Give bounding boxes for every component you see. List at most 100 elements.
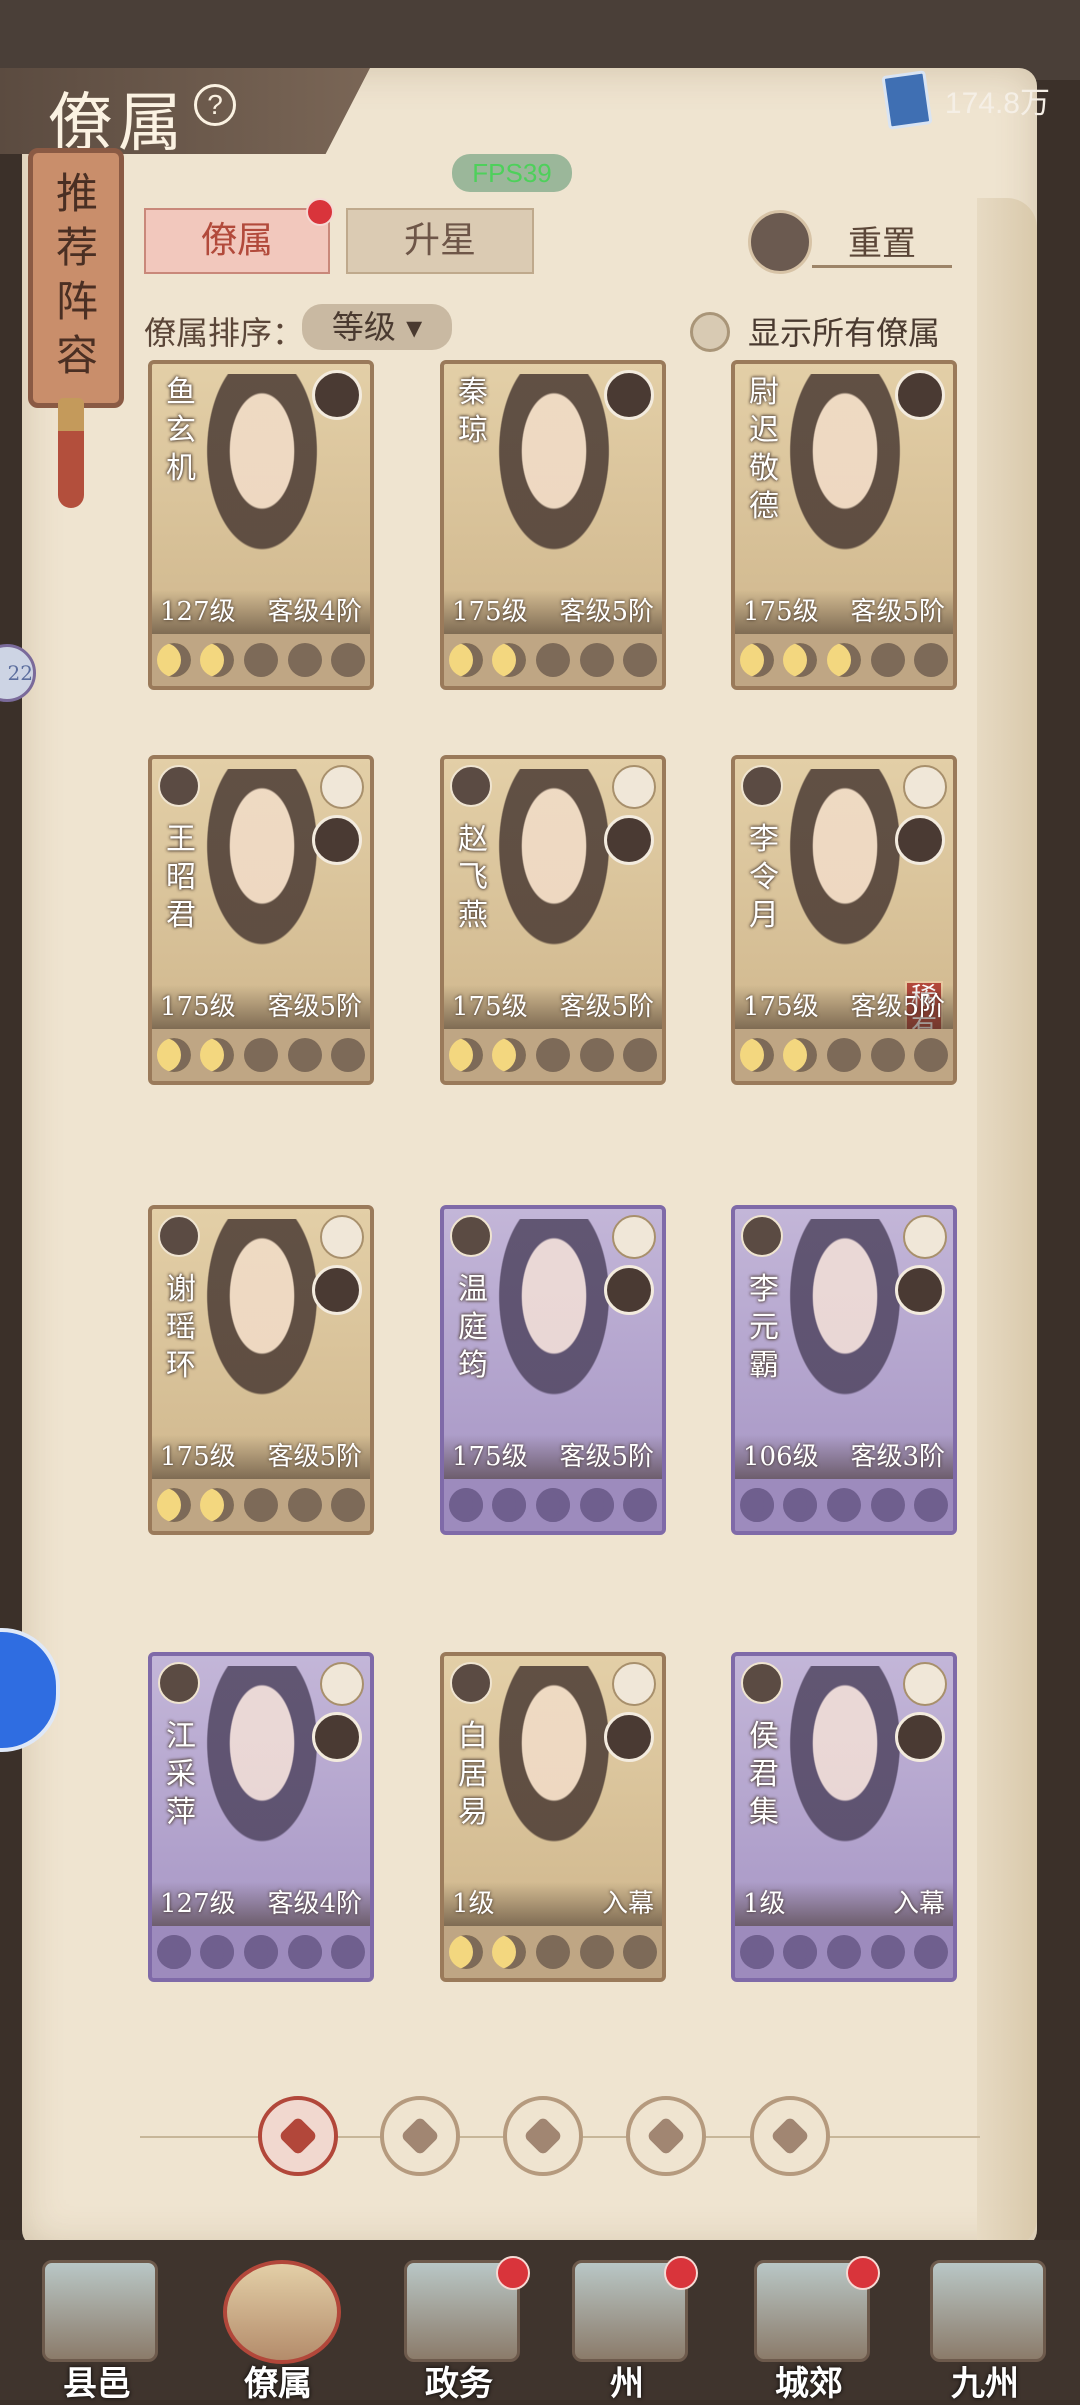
retainer-name: 秦琼 (458, 375, 488, 448)
companion-avatar (312, 370, 362, 420)
notification-dot (664, 2256, 698, 2290)
moon-icon (200, 1488, 235, 1522)
book-currency-icon (881, 70, 933, 130)
retainer-stats: 175级 客级5阶 (735, 590, 953, 634)
moon-icon (535, 1935, 570, 1969)
moon-icon (579, 1488, 614, 1522)
retainer-card[interactable]: 江采萍 127级 客级4阶 (148, 1652, 374, 1982)
retainer-card[interactable]: 尉迟敬德 175级 客级5阶 (731, 360, 957, 690)
nav-item[interactable]: 僚属 (203, 2250, 353, 2404)
retainer-card[interactable]: 鱼玄机 127级 客级4阶 (148, 360, 374, 690)
tab-retainers[interactable]: 僚属 (144, 208, 330, 274)
show-all-checkbox[interactable] (690, 312, 730, 352)
companion-avatar (604, 370, 654, 420)
specialty-icon (903, 1215, 947, 1259)
recommend-lineup-label: 推荐阵容 (56, 169, 99, 380)
retainer-card[interactable]: 侯君集 1级 入幕 (731, 1652, 957, 1982)
star-moons (444, 1926, 662, 1978)
retainer-level: 106级 (743, 1442, 819, 1472)
retainer-rank: 客级5阶 (559, 992, 654, 1022)
fan-filter-icon[interactable] (626, 2096, 706, 2176)
moon-icon (287, 1935, 322, 1969)
star-moons (444, 1479, 662, 1531)
moon-icon (579, 643, 614, 677)
retainer-stats: 127级 客级4阶 (152, 590, 370, 634)
retainer-rank: 客级5阶 (267, 1442, 362, 1472)
companion-avatar (604, 1265, 654, 1315)
nav-item[interactable]: 城郊 (734, 2250, 884, 2404)
retainer-stats: 1级 入幕 (735, 1882, 953, 1926)
tab-retainers-badge (306, 198, 334, 226)
retainer-portrait (765, 1219, 925, 1439)
moon-icon (870, 1935, 905, 1969)
retainer-portrait (474, 769, 634, 989)
filter-glyph (523, 2116, 563, 2156)
retainer-name: 李元霸 (749, 1272, 779, 1383)
companion-avatar (604, 1712, 654, 1762)
retainer-rank: 客级5阶 (559, 597, 654, 627)
category-icon (158, 1662, 200, 1704)
reset-button[interactable]: 重置 (812, 216, 952, 268)
resource-counter[interactable]: 174.8万 (881, 70, 1050, 130)
nav-label: 州 (610, 2364, 644, 2404)
bell-filter-icon[interactable] (380, 2096, 460, 2176)
recommend-lineup-button[interactable]: 推荐阵容 (28, 148, 124, 408)
category-icon (158, 765, 200, 807)
moon-icon (783, 1935, 818, 1969)
reset-icon[interactable] (748, 210, 812, 274)
resource-value: 174.8万 (944, 87, 1050, 120)
retainer-stats: 175级 客级5阶 (152, 985, 370, 1029)
retainer-card[interactable]: 赵飞燕 175级 客级5阶 (440, 755, 666, 1085)
retainer-card[interactable]: 李元霸 106级 客级3阶 (731, 1205, 957, 1535)
sort-label: 僚属排序： (144, 314, 305, 352)
retainer-stats: 175级 客级5阶 (444, 985, 662, 1029)
all-filter-icon[interactable] (258, 2096, 338, 2176)
star-moons (444, 1029, 662, 1081)
specialty-icon (612, 765, 656, 809)
moon-icon (448, 1038, 483, 1072)
retainer-rank: 客级3阶 (850, 1442, 945, 1472)
moon-icon (826, 1038, 861, 1072)
moon-icon (579, 1038, 614, 1072)
moon-icon (200, 1038, 235, 1072)
nav-item[interactable]: 政务 (384, 2250, 534, 2404)
sort-dropdown[interactable]: 等级 ▾ (302, 304, 452, 350)
specialty-icon (320, 1662, 364, 1706)
help-icon[interactable]: ? (194, 84, 236, 126)
retainer-portrait (182, 769, 342, 989)
moon-icon (287, 643, 322, 677)
nav-item[interactable]: 县邑 (22, 2250, 172, 2404)
tab-star-up[interactable]: 升星 (346, 208, 534, 274)
nav-item[interactable]: 州 (552, 2250, 702, 2404)
retainer-card[interactable]: 李令月稀有175级客级5阶 (731, 755, 957, 1085)
retainer-level: 127级 (160, 597, 236, 627)
filter-glyph (770, 2116, 810, 2156)
lion-filter-icon[interactable] (750, 2096, 830, 2176)
retainer-card[interactable]: 白居易 1级 入幕 (440, 1652, 666, 1982)
retainer-card[interactable]: 秦琼 175级 客级5阶 (440, 360, 666, 690)
retainer-stats: 1级 入幕 (444, 1882, 662, 1926)
moon-icon (243, 1935, 278, 1969)
retainer-stats: 175级 客级5阶 (444, 590, 662, 634)
cat-filter-icon[interactable] (503, 2096, 583, 2176)
moon-icon (914, 1488, 949, 1522)
category-icon (450, 1662, 492, 1704)
moon-icon (826, 643, 861, 677)
retainer-name: 侯君集 (749, 1719, 779, 1830)
retainer-card[interactable]: 王昭君 175级 客级5阶 (148, 755, 374, 1085)
nav-label: 九州 (951, 2364, 1019, 2404)
nav-item[interactable]: 九州 (910, 2250, 1060, 2404)
retainer-card[interactable]: 温庭筠 175级 客级5阶 (440, 1205, 666, 1535)
moon-icon (914, 1935, 949, 1969)
nav-label: 政务 (425, 2364, 493, 2404)
retainer-name: 温庭筠 (458, 1272, 488, 1383)
moon-icon (914, 1038, 949, 1072)
moon-icon (623, 1488, 658, 1522)
retainer-name: 鱼玄机 (166, 375, 196, 486)
show-all-label: 显示所有僚属 (748, 314, 941, 352)
retainer-card[interactable]: 谢瑶环 175级 客级5阶 (148, 1205, 374, 1535)
moon-icon (535, 1038, 570, 1072)
category-icon (741, 1215, 783, 1257)
moon-icon (492, 643, 527, 677)
retainer-stats: 175级 客级5阶 (735, 985, 953, 1029)
